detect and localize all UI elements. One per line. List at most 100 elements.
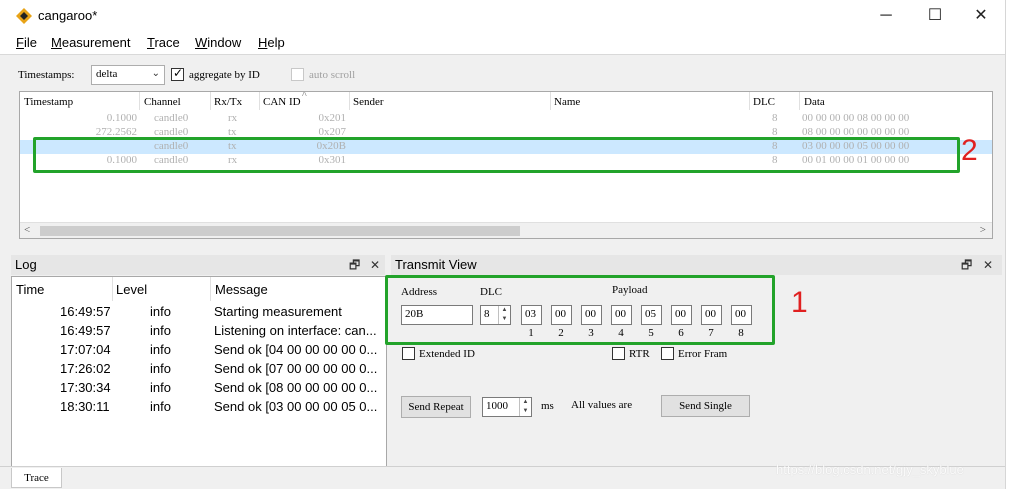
col-rxtx[interactable]: Rx/Tx xyxy=(214,96,242,108)
float-icon[interactable]: 🗗 xyxy=(961,255,972,275)
title-bar: cangaroo* ─ ☐ ✕ xyxy=(0,0,1005,32)
error-frame-label: Error Fram xyxy=(678,348,728,360)
log-row[interactable]: 17:30:34 info Send ok [08 00 00 00 00 0.… xyxy=(12,380,386,399)
log-message: Send ok [07 00 00 00 00 0... xyxy=(214,361,378,376)
window-title: cangaroo* xyxy=(38,8,98,23)
column-divider[interactable] xyxy=(139,92,140,110)
maximize-button[interactable]: ☐ xyxy=(912,0,958,32)
column-divider[interactable] xyxy=(210,277,211,301)
toolbar-separator xyxy=(0,54,1005,55)
close-icon[interactable]: ✕ xyxy=(983,255,993,275)
log-col-level[interactable]: Level xyxy=(116,282,147,297)
tab-trace[interactable]: Trace xyxy=(11,468,62,488)
float-icon[interactable]: 🗗 xyxy=(349,255,360,275)
kangaroo-diamond-icon xyxy=(16,8,32,24)
log-level: info xyxy=(150,361,171,376)
repeat-interval-value: 1000 xyxy=(486,400,508,412)
col-name[interactable]: Name xyxy=(554,96,580,108)
column-divider[interactable] xyxy=(349,92,350,110)
cell-data: 00 00 00 00 08 00 00 00 xyxy=(802,112,910,124)
timestamps-select-value: delta xyxy=(96,68,118,80)
rtr-checkbox[interactable] xyxy=(612,347,625,360)
col-dlc[interactable]: DLC xyxy=(753,96,775,108)
log-time: 16:49:57 xyxy=(60,304,111,319)
log-title-text: Log xyxy=(15,257,37,272)
close-window-button[interactable]: ✕ xyxy=(958,0,1004,32)
close-icon[interactable]: ✕ xyxy=(370,255,380,275)
annotation-number-1: 1 xyxy=(791,286,808,319)
log-col-message[interactable]: Message xyxy=(215,282,268,297)
log-message: Send ok [03 00 00 00 05 0... xyxy=(214,399,378,414)
chevron-down-icon: ⌄ xyxy=(151,68,160,79)
log-message: Listening on interface: can... xyxy=(214,323,377,338)
horizontal-scrollbar[interactable]: < > xyxy=(20,222,992,238)
autoscroll-checkbox[interactable] xyxy=(291,68,304,81)
scroll-right-icon[interactable]: > xyxy=(980,224,986,236)
send-single-button[interactable]: Send Single xyxy=(661,395,750,417)
send-repeat-button[interactable]: Send Repeat xyxy=(401,396,471,418)
extended-id-checkbox[interactable] xyxy=(402,347,415,360)
log-message: Send ok [08 00 00 00 00 0... xyxy=(214,380,378,395)
menu-trace[interactable]: Trace xyxy=(147,35,180,50)
log-time: 18:30:11 xyxy=(60,399,110,414)
extended-id-label: Extended ID xyxy=(419,348,475,360)
col-channel[interactable]: Channel xyxy=(144,96,181,108)
col-canid[interactable]: CAN ID xyxy=(263,96,301,108)
repeat-interval-spinbox[interactable]: 1000 ▲ ▼ xyxy=(482,397,532,417)
column-divider[interactable] xyxy=(210,92,211,110)
cell-canid: 0x201 xyxy=(318,112,347,124)
log-level: info xyxy=(150,323,171,338)
annotation-box-1 xyxy=(385,275,775,345)
trace-row[interactable]: 0.1000 candle0 rx 0x201 8 00 00 00 00 08… xyxy=(20,112,992,126)
log-time: 17:26:02 xyxy=(60,361,111,376)
minimize-button[interactable]: ─ xyxy=(863,0,909,32)
log-row[interactable]: 16:49:57 info Listening on interface: ca… xyxy=(12,323,386,342)
log-col-time[interactable]: Time xyxy=(16,282,44,297)
menu-file[interactable]: File xyxy=(16,35,37,50)
log-time: 16:49:57 xyxy=(60,323,111,338)
menu-bar: File Measurement Trace Window Help xyxy=(0,32,1005,54)
annotation-number-2: 2 xyxy=(961,134,978,167)
transmit-title-text: Transmit View xyxy=(395,257,477,272)
checkmark-icon: ✓ xyxy=(173,66,184,80)
column-divider[interactable] xyxy=(550,92,551,110)
column-divider[interactable] xyxy=(749,92,750,110)
aggregate-checkbox[interactable]: ✓ xyxy=(171,66,184,81)
ms-label: ms xyxy=(541,400,554,412)
log-message: Starting measurement xyxy=(214,304,342,319)
log-row[interactable]: 17:07:04 info Send ok [04 00 00 00 00 0.… xyxy=(12,342,386,361)
log-time: 17:30:34 xyxy=(60,380,111,395)
sort-ascending-icon: ^ xyxy=(302,91,307,101)
log-message: Send ok [04 00 00 00 00 0... xyxy=(214,342,378,357)
cell-rxtx: rx xyxy=(228,112,238,124)
cell-channel: candle0 xyxy=(154,112,189,124)
spin-arrows-icon[interactable]: ▲ ▼ xyxy=(519,398,531,416)
cell-timestamp: 0.1000 xyxy=(106,112,137,124)
aggregate-label: aggregate by ID xyxy=(189,69,260,81)
col-timestamp[interactable]: Timestamp xyxy=(24,96,73,108)
menu-help[interactable]: Help xyxy=(258,35,285,50)
timestamps-label: Timestamps: xyxy=(18,69,75,81)
col-sender[interactable]: Sender xyxy=(353,96,384,108)
timestamps-select[interactable]: delta ⌄ xyxy=(91,65,165,85)
scroll-left-icon[interactable]: < xyxy=(24,224,30,236)
rtr-label: RTR xyxy=(629,348,650,360)
watermark: https://blog.csdn.net/gjy_skyblue xyxy=(776,462,964,477)
menu-measurement[interactable]: Measurement xyxy=(51,35,131,50)
column-divider[interactable] xyxy=(799,92,800,110)
column-divider[interactable] xyxy=(112,277,113,301)
scrollbar-thumb[interactable] xyxy=(40,226,520,236)
window-edge xyxy=(1005,0,1013,489)
error-frame-checkbox[interactable] xyxy=(661,347,674,360)
menu-window[interactable]: Window xyxy=(195,35,241,50)
log-level: info xyxy=(150,380,171,395)
col-data[interactable]: Data xyxy=(804,96,825,108)
log-row[interactable]: 17:26:02 info Send ok [07 00 00 00 00 0.… xyxy=(12,361,386,380)
column-divider[interactable] xyxy=(259,92,260,110)
cell-dlc: 8 xyxy=(772,112,778,124)
log-level: info xyxy=(150,342,171,357)
log-row[interactable]: 18:30:11 info Send ok [03 00 00 00 05 0.… xyxy=(12,399,386,418)
log-row[interactable]: 16:49:57 info Starting measurement xyxy=(12,304,386,323)
all-values-label: All values are xyxy=(571,399,633,411)
annotation-box-2 xyxy=(33,137,960,173)
